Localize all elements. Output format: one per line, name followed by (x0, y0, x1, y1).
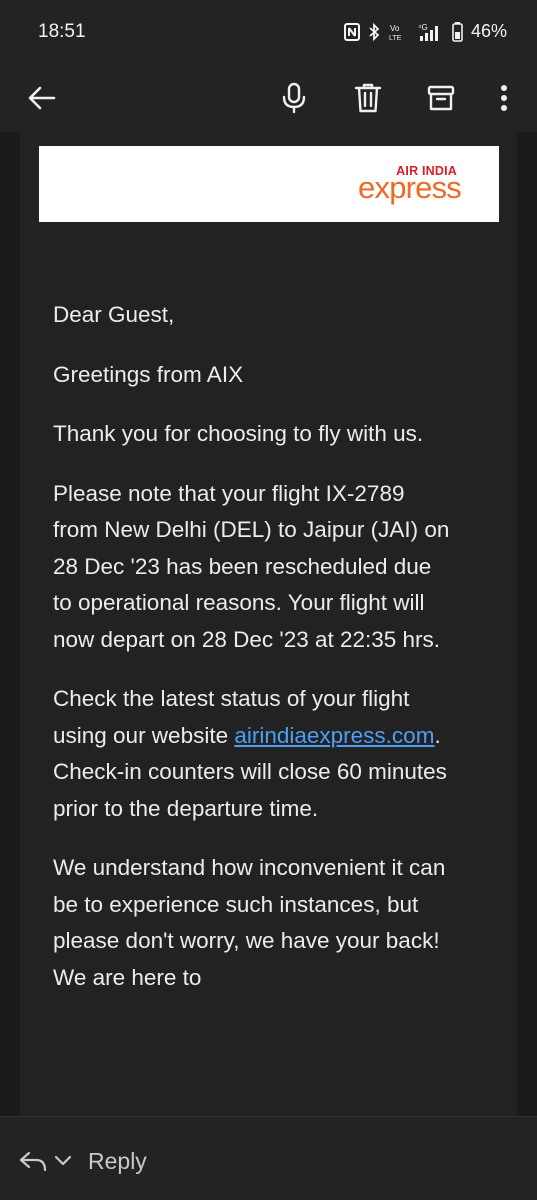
svg-text:⁴G: ⁴G (418, 23, 428, 32)
bottom-bar: Reply (0, 1116, 537, 1200)
more-options-button[interactable] (476, 70, 532, 126)
back-arrow-icon (28, 86, 56, 110)
delete-button[interactable] (340, 70, 396, 126)
status-time: 18:51 (38, 21, 86, 42)
archive-icon (427, 85, 455, 111)
bluetooth-icon (368, 22, 380, 41)
apology-paragraph: We understand how inconvenient it can be… (53, 855, 446, 990)
more-vert-icon (501, 85, 507, 111)
greeting: Dear Guest, (53, 302, 175, 327)
voice-button[interactable] (266, 70, 322, 126)
reply-label: Reply (88, 1147, 147, 1174)
email-body: Dear Guest, Greetings from AIX Thank you… (53, 297, 453, 1019)
battery-icon (452, 21, 463, 42)
nfc-icon (343, 22, 360, 41)
status-icons: Vo LTE ⁴G 46% (343, 21, 507, 42)
reschedule-notice: Please note that your flight IX-2789 fro… (53, 480, 450, 652)
signal-4g-icon: ⁴G (418, 22, 444, 42)
thanks-line: Thank you for choosing to fly with us. (53, 421, 424, 446)
airline-logo: AIR INDIA express (39, 146, 499, 222)
svg-text:LTE: LTE (389, 35, 402, 42)
back-button[interactable] (14, 70, 70, 126)
reply-icon (19, 1151, 47, 1172)
status-paragraph: Check the latest status of your flight u… (53, 681, 453, 827)
logo-line2: express (358, 170, 462, 205)
svg-text:Vo: Vo (390, 24, 400, 33)
email-content: AIR INDIA express Dear Guest, Greetings … (0, 132, 537, 1116)
chevron-down-icon[interactable] (54, 1155, 72, 1167)
volte-icon: Vo LTE (388, 22, 410, 42)
microphone-icon (282, 82, 306, 114)
status-bar: 18:51 Vo LTE ⁴G 46% (0, 0, 537, 64)
greetings-line: Greetings from AIX (53, 361, 244, 387)
toolbar (0, 64, 537, 132)
battery-percent: 46% (470, 21, 507, 41)
archive-button[interactable] (413, 70, 469, 126)
website-link[interactable]: airindiaexpress.com (234, 723, 434, 748)
delete-icon (354, 83, 382, 113)
reply-button[interactable]: Reply (18, 1141, 147, 1181)
